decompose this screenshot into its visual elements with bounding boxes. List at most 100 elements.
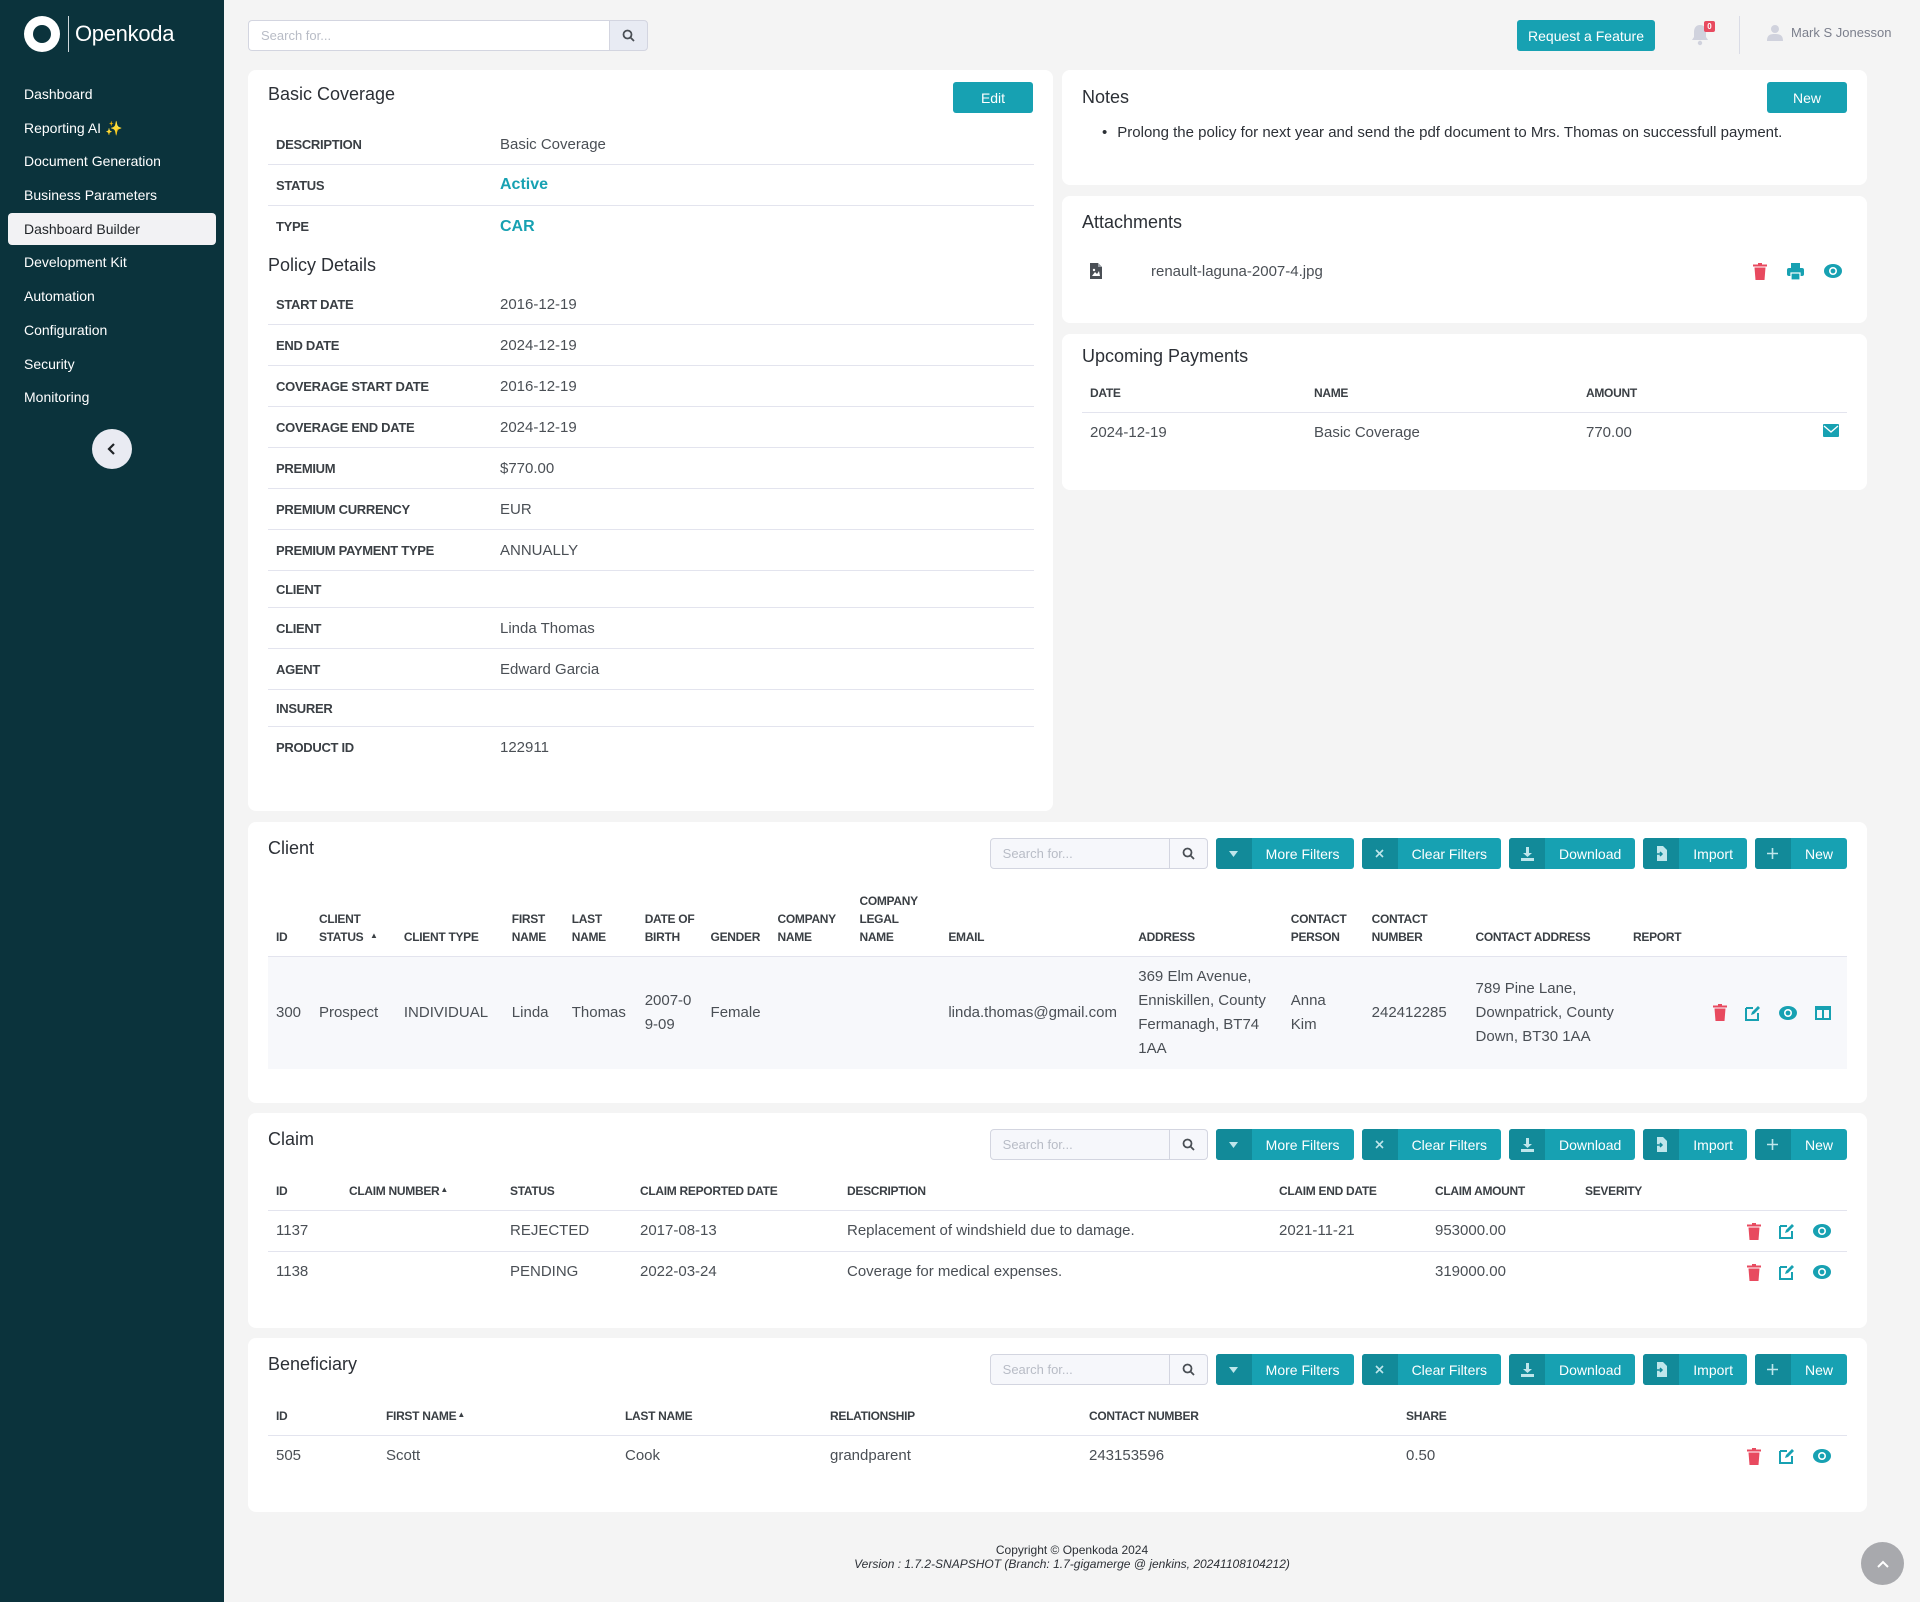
sidebar-item-monitoring[interactable]: Monitoring [8, 381, 216, 413]
eye-icon[interactable] [1813, 1265, 1831, 1280]
column-header[interactable]: CLAIM AMOUNT [1427, 1181, 1577, 1211]
sidebar-item-development-kit[interactable]: Development Kit [8, 246, 216, 278]
new-button[interactable]: New [1754, 1354, 1847, 1385]
column-header[interactable]: ID [268, 892, 311, 957]
client-contact-address: 789 Pine Lane, Downpatrick, County Down,… [1467, 956, 1626, 1069]
user-menu[interactable]: Mark S Jonesson [1767, 24, 1891, 41]
column-header[interactable]: SEVERITY [1577, 1181, 1697, 1211]
column-header[interactable]: ID [268, 1406, 378, 1436]
column-header[interactable]: LAST NAME [563, 892, 637, 957]
payments-table: DATE NAME AMOUNT 2024-12-19 Basic Covera… [1082, 384, 1847, 454]
trash-icon[interactable] [1747, 1447, 1761, 1465]
claim-reported-date: 2022-03-24 [640, 1263, 717, 1281]
global-search-button[interactable] [609, 20, 648, 51]
download-button[interactable]: Download [1509, 1129, 1636, 1160]
table-search [989, 1129, 1208, 1160]
row-actions [1705, 956, 1847, 1069]
column-header[interactable]: ADDRESS [1130, 892, 1283, 957]
more-filters-button[interactable]: More Filters [1215, 838, 1354, 869]
sidebar-item-dashboard[interactable]: Dashboard [8, 78, 216, 110]
eye-icon[interactable] [1813, 1224, 1831, 1238]
table-search-input[interactable] [989, 838, 1170, 869]
print-icon[interactable] [1787, 262, 1804, 280]
sidebar-collapse-button[interactable] [92, 429, 132, 469]
column-header[interactable]: LAST NAME [617, 1406, 822, 1436]
clear-filters-button[interactable]: Clear Filters [1361, 1129, 1502, 1160]
column-header[interactable]: ID [268, 1181, 341, 1211]
envelope-icon[interactable] [1823, 424, 1839, 438]
column-header[interactable]: CONTACT NUMBER [1363, 892, 1468, 957]
scroll-to-top-button[interactable] [1861, 1542, 1904, 1585]
attachment-name[interactable]: renault-laguna-2007-4.jpg [1151, 263, 1323, 280]
table-search [989, 1354, 1208, 1385]
logo[interactable]: Openkoda [24, 16, 174, 52]
column-header[interactable]: GENDER [702, 892, 770, 957]
column-header[interactable]: CONTACT ADDRESS [1467, 892, 1626, 957]
eye-icon[interactable] [1779, 1005, 1797, 1020]
column-header[interactable]: SHARE [1398, 1406, 1598, 1436]
global-search-input[interactable] [248, 20, 609, 51]
button-label: Clear Filters [1411, 1361, 1488, 1378]
client-type: INDIVIDUAL [395, 956, 504, 1069]
column-header-sorted[interactable]: FIRST NAME▲ [378, 1406, 617, 1436]
column-header-sorted[interactable]: CLAIM NUMBER▲ [341, 1181, 502, 1211]
column-header[interactable]: FIRST NAME [503, 892, 564, 957]
table-search-input[interactable] [989, 1354, 1170, 1385]
edit-button[interactable]: Edit [953, 82, 1033, 113]
new-button[interactable]: New [1754, 838, 1847, 869]
edit-icon[interactable] [1779, 1223, 1795, 1239]
status-link[interactable]: Active [500, 176, 548, 194]
user-icon [1767, 25, 1783, 41]
clear-filters-button[interactable]: Clear Filters [1361, 1354, 1502, 1385]
column-header[interactable]: CONTACT NUMBER [1081, 1406, 1398, 1436]
eye-icon[interactable] [1824, 264, 1842, 278]
column-header[interactable]: CLAIM END DATE [1271, 1181, 1427, 1211]
columns-icon[interactable] [1815, 1005, 1831, 1020]
table-search-button[interactable] [1169, 1354, 1208, 1385]
column-header-sorted[interactable]: CLIENT STATUS ▲ [310, 892, 396, 957]
trash-icon[interactable] [1747, 1263, 1761, 1281]
table-search-input[interactable] [989, 1129, 1170, 1160]
sidebar-item-reporting-ai[interactable]: Reporting AI ✨ [8, 112, 216, 144]
trash-icon[interactable] [1713, 1004, 1727, 1022]
sidebar-item-configuration[interactable]: Configuration [8, 314, 216, 346]
eye-icon[interactable] [1813, 1449, 1831, 1464]
column-header[interactable]: COMPANY LEGAL NAME [851, 892, 941, 957]
new-note-button[interactable]: New [1767, 82, 1847, 113]
search-icon [1182, 1363, 1195, 1376]
import-button[interactable]: Import [1643, 838, 1747, 869]
more-filters-button[interactable]: More Filters [1215, 1354, 1354, 1385]
edit-icon[interactable] [1779, 1448, 1795, 1465]
type-link[interactable]: CAR [500, 218, 535, 236]
download-button[interactable]: Download [1509, 1354, 1636, 1385]
column-header[interactable]: CLIENT TYPE [395, 892, 504, 957]
column-header[interactable]: DATE OF BIRTH [636, 892, 703, 957]
column-header[interactable]: RELATIONSHIP [822, 1406, 1081, 1436]
sidebar-item-document-generation[interactable]: Document Generation [8, 145, 216, 177]
edit-icon[interactable] [1745, 1005, 1761, 1021]
table-search-button[interactable] [1169, 1129, 1208, 1160]
import-button[interactable]: Import [1643, 1354, 1747, 1385]
column-header[interactable]: COMPANY NAME [769, 892, 852, 957]
column-header[interactable]: CONTACT PERSON [1282, 892, 1364, 957]
kv-value: 2024-12-19 [500, 418, 577, 436]
sidebar-item-dashboard-builder[interactable]: Dashboard Builder [8, 212, 216, 245]
download-button[interactable]: Download [1509, 838, 1636, 869]
more-filters-button[interactable]: More Filters [1215, 1129, 1354, 1160]
trash-icon[interactable] [1747, 1222, 1761, 1240]
column-header[interactable]: CLAIM REPORTED DATE [632, 1181, 839, 1211]
new-button[interactable]: New [1754, 1129, 1847, 1160]
column-header[interactable]: EMAIL [940, 892, 1131, 957]
column-header[interactable]: DESCRIPTION [839, 1181, 1271, 1211]
column-header[interactable]: STATUS [502, 1181, 632, 1211]
clear-filters-button[interactable]: Clear Filters [1361, 838, 1502, 869]
table-search-button[interactable] [1169, 838, 1208, 869]
sidebar-item-business-parameters[interactable]: Business Parameters [8, 179, 216, 211]
sidebar-item-security[interactable]: Security [8, 348, 216, 380]
column-header[interactable]: REPORT [1625, 892, 1705, 957]
trash-icon[interactable] [1753, 262, 1767, 280]
request-feature-button[interactable]: Request a Feature [1517, 20, 1655, 51]
import-button[interactable]: Import [1643, 1129, 1747, 1160]
edit-icon[interactable] [1779, 1264, 1795, 1281]
sidebar-item-automation[interactable]: Automation [8, 280, 216, 312]
